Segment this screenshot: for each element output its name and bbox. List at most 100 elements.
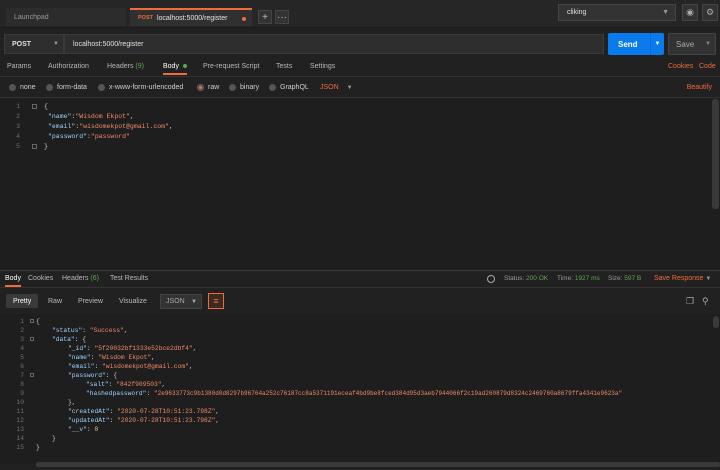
tab-bar: Launchpad POST localhost:5000/register +… (0, 0, 720, 28)
radio-selected-icon (197, 84, 204, 91)
size-value: 597 B (624, 275, 642, 282)
response-format-select[interactable]: JSON ▼ (160, 294, 202, 309)
search-icon[interactable]: ⚲ (702, 296, 709, 307)
tab-body-label: Body (163, 63, 179, 70)
headers-count: (9) (135, 63, 144, 70)
wrap-lines-button[interactable]: ≡ (208, 293, 224, 309)
cookies-link[interactable]: Cookies (668, 63, 693, 70)
code-line: "hashedpassword": "2e9633773c9b1380d0d82… (86, 390, 623, 397)
code-line: }, (68, 399, 76, 406)
line-number: 8 (20, 381, 24, 388)
body-format-select[interactable]: JSON ▼ (320, 84, 353, 91)
line-number: 7 (20, 372, 24, 379)
code-line: "salt": "842f909503", (86, 381, 166, 388)
radio-none[interactable]: none (9, 84, 36, 91)
tab-settings[interactable]: Settings (310, 63, 335, 70)
response-tab-headers[interactable]: Headers (6) (62, 275, 99, 282)
request-body-editor[interactable]: 1 2 3 4 5 { "name":"Wisdom Ekpot", "emai… (0, 99, 720, 269)
response-tab-cookies[interactable]: Cookies (28, 275, 53, 282)
json-key: "email" (48, 123, 76, 130)
save-response-button[interactable]: Save Response ▼ (654, 275, 711, 282)
fold-toggle-icon[interactable] (32, 144, 37, 149)
line-number: 2 (20, 327, 24, 334)
json-key: "name" (68, 354, 91, 361)
response-format-label: JSON (166, 298, 185, 305)
radio-label: raw (208, 84, 220, 91)
tab-headers[interactable]: Headers (9) (107, 63, 144, 70)
response-body-viewer[interactable]: 1 2 3 4 5 6 7 8 9 10 11 12 13 14 15 { "s… (0, 314, 720, 464)
line-number: 5 (20, 354, 24, 361)
fold-toggle-icon[interactable] (32, 104, 37, 109)
code-link[interactable]: Code (699, 63, 716, 70)
environment-quick-look-button[interactable]: ◉ (682, 4, 698, 21)
radio-label: form-data (57, 84, 87, 91)
environment-select[interactable]: cliking ▼ (558, 4, 676, 21)
tab-method: POST (138, 15, 153, 21)
tab-launchpad[interactable]: Launchpad (6, 8, 126, 26)
save-button[interactable]: Save ▼ (668, 33, 716, 55)
time-readout: Time: 1927 ms (557, 275, 600, 282)
send-button[interactable]: Send ▼ (608, 33, 664, 55)
response-toolbar: Pretty Raw Preview Visualize JSON ▼ ≡ ❐ … (0, 289, 720, 313)
tab-body[interactable]: Body (163, 63, 187, 75)
unsaved-dot-icon (242, 17, 246, 21)
radio-binary[interactable]: binary (229, 84, 259, 91)
view-visualize-button[interactable]: Visualize (112, 294, 154, 308)
radio-label: GraphQL (280, 84, 309, 91)
globe-icon[interactable] (487, 275, 495, 283)
line-number: 1 (20, 318, 24, 325)
beautify-link[interactable]: Beautify (687, 84, 712, 91)
line-number: 11 (16, 408, 24, 415)
method-select[interactable]: POST ▼ (4, 34, 64, 54)
view-pretty-button[interactable]: Pretty (6, 294, 39, 308)
eye-icon: ◉ (686, 7, 694, 17)
view-preview-button[interactable]: Preview (71, 294, 110, 308)
response-tab-body[interactable]: Body (5, 275, 21, 287)
fold-toggle-icon[interactable] (30, 373, 34, 377)
gear-icon: ⚙ (705, 7, 715, 17)
line-number: 2 (16, 113, 20, 120)
send-label: Send (618, 39, 638, 49)
json-key: "_id" (68, 345, 87, 352)
url-input[interactable]: localhost:5000/register (64, 34, 604, 54)
manage-environments-button[interactable]: ⚙ (702, 4, 718, 21)
json-key: "password" (68, 372, 106, 379)
more-tabs-button[interactable]: ··· (275, 10, 289, 24)
response-horizontal-scrollbar[interactable] (36, 462, 720, 467)
tab-tests[interactable]: Tests (276, 63, 292, 70)
tab-prerequest-script[interactable]: Pre-request Script (203, 63, 259, 70)
radio-label: binary (240, 84, 260, 91)
tab-register-request[interactable]: POST localhost:5000/register (130, 8, 252, 26)
body-format-label: JSON (320, 84, 339, 91)
code-line: "email": "wisdomekpot@gmail.com", (68, 363, 193, 370)
radio-icon (46, 84, 53, 91)
code-line: "_id": "5f20032bf1333e52bce2dbf4", (68, 345, 197, 352)
radio-raw[interactable]: raw (197, 84, 219, 91)
code-line: { (44, 103, 48, 110)
fold-toggle-icon[interactable] (30, 337, 34, 341)
body-type-row: none form-data x-www-form-urlencoded raw… (0, 78, 720, 98)
tab-params[interactable]: Params (7, 63, 31, 70)
code-line: "data": { (52, 336, 87, 343)
code-line: "password":"password" (48, 133, 130, 140)
radio-form-data[interactable]: form-data (46, 84, 87, 91)
radio-urlencoded[interactable]: x-www-form-urlencoded (98, 84, 183, 91)
response-tab-test-results[interactable]: Test Results (110, 275, 148, 282)
code-line: "status": "Success", (52, 327, 128, 334)
fold-toggle-icon[interactable] (30, 319, 34, 323)
json-key: "status" (52, 327, 83, 334)
code-line: } (52, 435, 56, 442)
request-scrollbar[interactable] (712, 99, 719, 209)
json-string: "wisdomekpot@gmail.com" (102, 363, 189, 370)
json-string: "2020-07-28T10:51:23.798Z" (117, 417, 216, 424)
copy-icon[interactable]: ❐ (686, 296, 694, 307)
status-readout: Status: 200 OK (504, 275, 548, 282)
tab-authorization[interactable]: Authorization (48, 63, 89, 70)
view-raw-button[interactable]: Raw (41, 294, 69, 308)
response-scrollbar[interactable] (713, 316, 719, 328)
request-tabs: Params Authorization Headers (9) Body Pr… (0, 60, 720, 77)
chevron-down-icon[interactable]: ▼ (650, 33, 664, 55)
new-tab-button[interactable]: + (258, 10, 272, 24)
radio-graphql[interactable]: GraphQL (269, 84, 309, 91)
json-key: "salt" (86, 381, 109, 388)
